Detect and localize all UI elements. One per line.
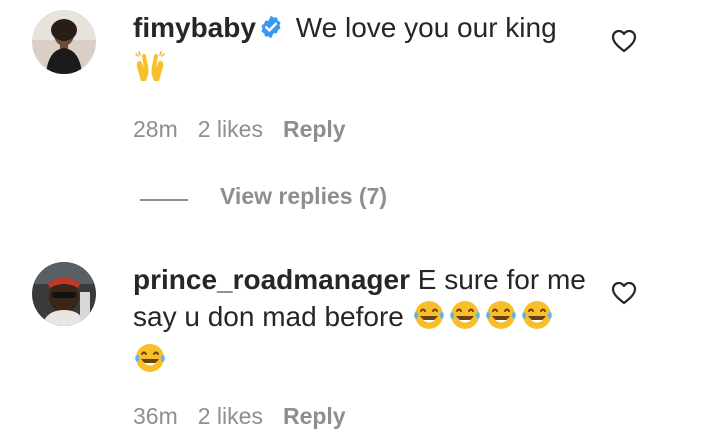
comment-meta: 28m 2 likes Reply [133, 116, 366, 143]
face-with-tears-of-joy-icon [133, 341, 167, 384]
reply-button[interactable]: Reply [283, 116, 346, 142]
face-with-tears-of-joy-icon [484, 298, 518, 341]
comment-username[interactable]: fimybaby [133, 12, 256, 43]
like-heart-icon[interactable] [611, 281, 637, 305]
raising-hands-icon [133, 49, 167, 92]
view-replies-label[interactable]: View replies (7) [220, 183, 387, 210]
comment-body: fimybaby We love you our king [133, 9, 593, 92]
comment-meta: 36m 2 likes Reply [133, 403, 366, 430]
comment-likes[interactable]: 2 likes [198, 116, 263, 142]
reply-button[interactable]: Reply [283, 403, 346, 429]
comment-text: We love you our king [295, 12, 557, 43]
comment-time: 28m [133, 116, 178, 142]
comment-body: prince_roadmanager E sure for me say u d… [133, 261, 593, 384]
comment-time: 36m [133, 403, 178, 429]
face-with-tears-of-joy-icon [520, 298, 554, 341]
verified-badge-icon [258, 12, 284, 49]
avatar[interactable] [32, 10, 96, 74]
face-with-tears-of-joy-icon [412, 298, 446, 341]
avatar[interactable] [32, 262, 96, 326]
comment-text-line1: E sure for me [417, 264, 586, 295]
comment-text-line2: say u don mad before [133, 301, 404, 332]
like-heart-icon[interactable] [611, 29, 637, 53]
divider-line [140, 199, 188, 201]
comment-username[interactable]: prince_roadmanager [133, 264, 410, 295]
comment-likes[interactable]: 2 likes [198, 403, 263, 429]
face-with-tears-of-joy-icon [448, 298, 482, 341]
